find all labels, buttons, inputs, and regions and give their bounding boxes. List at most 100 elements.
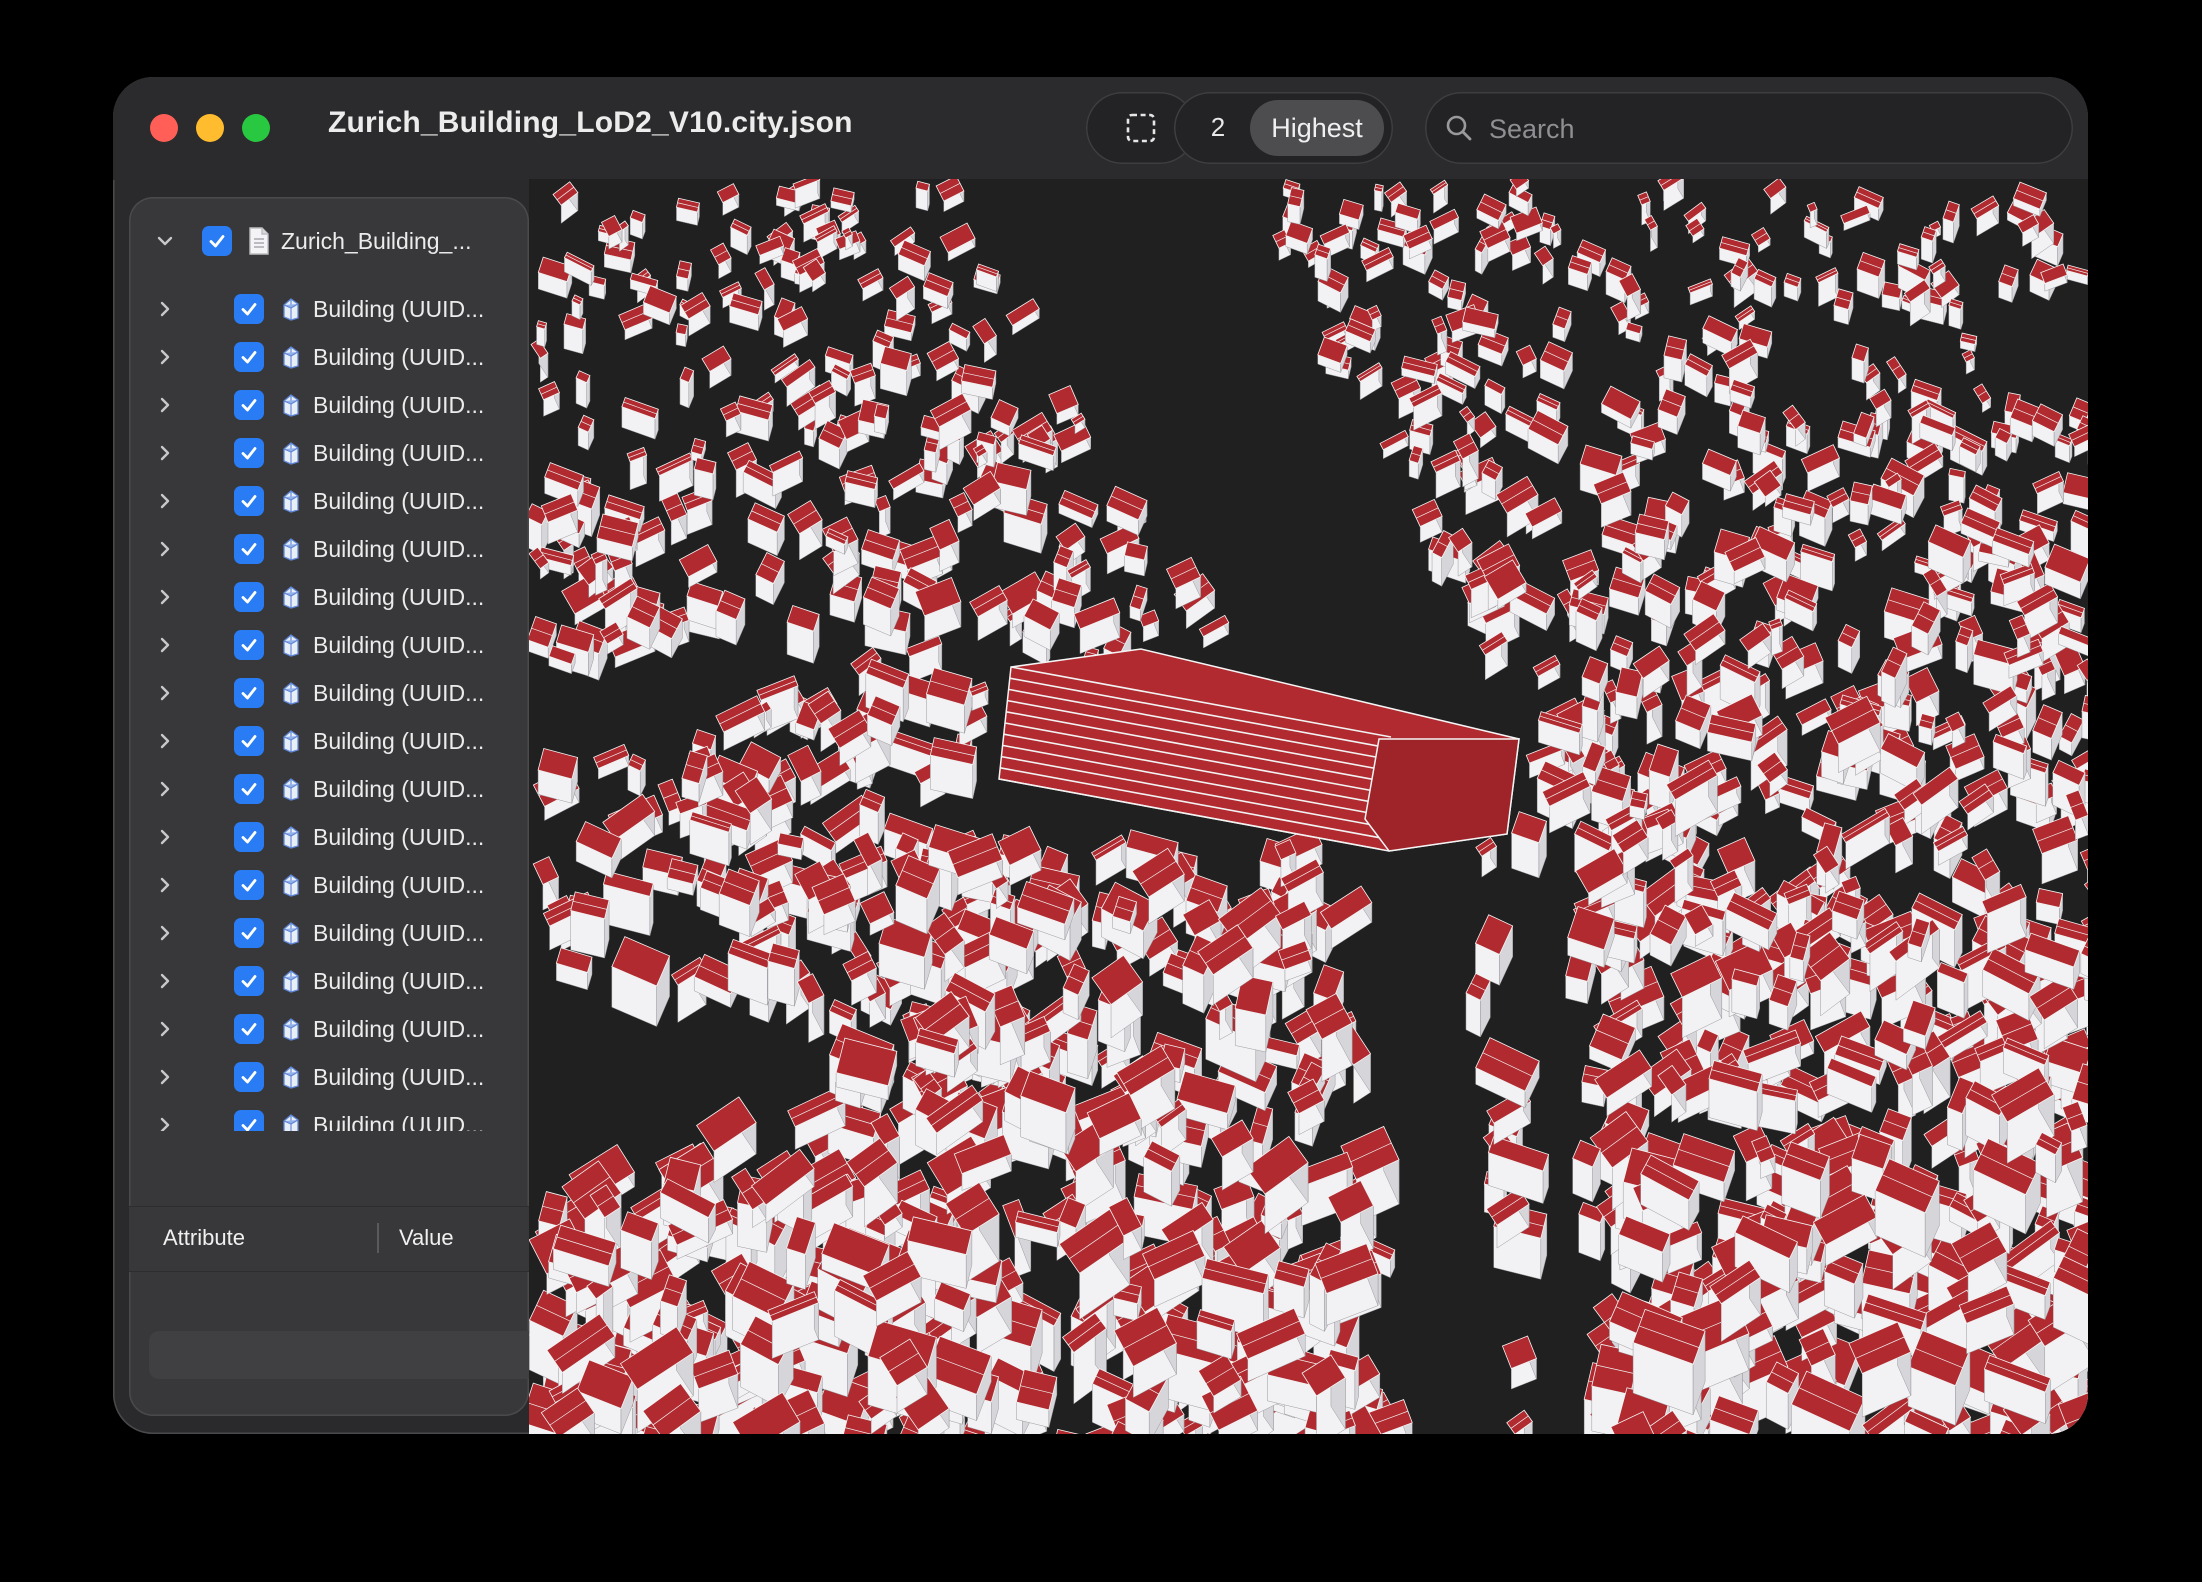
chevron-right-icon[interactable] xyxy=(155,443,175,463)
building-icon xyxy=(280,392,302,423)
tree-item-building[interactable]: Building (UUID... xyxy=(129,1101,529,1131)
checkmark-icon xyxy=(241,495,257,508)
tree-item-building[interactable]: Building (UUID... xyxy=(129,477,529,525)
tree-item-building[interactable]: Building (UUID... xyxy=(129,957,529,1005)
visibility-checkbox[interactable] xyxy=(234,1062,264,1092)
tree-item-building[interactable]: Building (UUID... xyxy=(129,861,529,909)
object-tree: Zurich_Building_... Building (UUID... Bui… xyxy=(129,197,529,1131)
visibility-checkbox[interactable] xyxy=(234,294,264,324)
tree-item-label: Building (UUID... xyxy=(313,872,485,898)
building-icon xyxy=(280,1064,302,1095)
building-icon xyxy=(280,344,302,375)
tree-item-building[interactable]: Building (UUID... xyxy=(129,573,529,621)
lod-quality-button[interactable]: Highest xyxy=(1250,100,1384,156)
checkmark-icon xyxy=(241,927,257,940)
visibility-checkbox[interactable] xyxy=(234,870,264,900)
building-icon xyxy=(280,824,302,855)
chevron-right-icon[interactable] xyxy=(155,395,175,415)
building-icon xyxy=(280,632,302,663)
chevron-right-icon[interactable] xyxy=(155,1115,175,1131)
tree-item-building[interactable]: Building (UUID... xyxy=(129,285,529,333)
visibility-checkbox[interactable] xyxy=(234,534,264,564)
search-field[interactable] xyxy=(1425,92,2073,164)
chevron-down-icon[interactable] xyxy=(155,231,175,251)
visibility-checkbox[interactable] xyxy=(234,678,264,708)
sidebar: Zurich_Building_... Building (UUID... Bui… xyxy=(129,197,529,1416)
minimize-window-button[interactable] xyxy=(196,114,224,142)
chevron-right-icon[interactable] xyxy=(155,635,175,655)
tree-item-building[interactable]: Building (UUID... xyxy=(129,525,529,573)
tree-item-building[interactable]: Building (UUID... xyxy=(129,669,529,717)
chevron-right-icon[interactable] xyxy=(155,491,175,511)
tree-item-building[interactable]: Building (UUID... xyxy=(129,621,529,669)
building-icon xyxy=(280,440,302,471)
checkmark-icon xyxy=(241,399,257,412)
root-checkbox[interactable] xyxy=(202,226,232,256)
chevron-right-icon[interactable] xyxy=(155,539,175,559)
chevron-right-icon[interactable] xyxy=(155,1067,175,1087)
visibility-checkbox[interactable] xyxy=(234,630,264,660)
chevron-right-icon[interactable] xyxy=(155,347,175,367)
tree-root-row[interactable]: Zurich_Building_... xyxy=(129,217,529,265)
column-divider[interactable] xyxy=(377,1223,379,1253)
search-input[interactable] xyxy=(1487,106,2051,152)
chevron-right-icon[interactable] xyxy=(155,827,175,847)
visibility-checkbox[interactable] xyxy=(234,390,264,420)
maximize-window-button[interactable] xyxy=(242,114,270,142)
checkmark-icon xyxy=(241,447,257,460)
visibility-checkbox[interactable] xyxy=(234,1110,264,1131)
chevron-right-icon[interactable] xyxy=(155,779,175,799)
chevron-right-icon[interactable] xyxy=(155,875,175,895)
visibility-checkbox[interactable] xyxy=(234,486,264,516)
chevron-right-icon[interactable] xyxy=(155,923,175,943)
tree-item-label: Building (UUID... xyxy=(313,344,485,370)
app-window: Zurich_Building_LoD2_V10.city.json 2 Hig… xyxy=(113,77,2088,1434)
visibility-checkbox[interactable] xyxy=(234,966,264,996)
city-model-render[interactable] xyxy=(529,179,2088,1434)
building-icon xyxy=(280,536,302,567)
chevron-right-icon[interactable] xyxy=(155,971,175,991)
close-window-button[interactable] xyxy=(150,114,178,142)
attribute-column-header[interactable]: Attribute xyxy=(163,1225,245,1251)
visibility-checkbox[interactable] xyxy=(234,726,264,756)
tree-item-building[interactable]: Building (UUID... xyxy=(129,1005,529,1053)
checkmark-icon xyxy=(241,639,257,652)
chevron-right-icon[interactable] xyxy=(155,683,175,703)
tree-item-building[interactable]: Building (UUID... xyxy=(129,813,529,861)
visibility-checkbox[interactable] xyxy=(234,1014,264,1044)
visibility-checkbox[interactable] xyxy=(234,774,264,804)
checkmark-icon xyxy=(241,303,257,316)
tree-item-building[interactable]: Building (UUID... xyxy=(129,1053,529,1101)
tree-item-building[interactable]: Building (UUID... xyxy=(129,717,529,765)
tree-item-label: Building (UUID... xyxy=(313,440,485,466)
tree-item-label: Building (UUID... xyxy=(313,728,485,754)
value-column-header[interactable]: Value xyxy=(399,1225,454,1251)
checkmark-icon xyxy=(241,687,257,700)
chevron-right-icon[interactable] xyxy=(155,299,175,319)
checkmark-icon xyxy=(241,975,257,988)
visibility-checkbox[interactable] xyxy=(234,918,264,948)
building-icon xyxy=(280,680,302,711)
chevron-right-icon[interactable] xyxy=(155,1019,175,1039)
lod-level-button[interactable]: 2 xyxy=(1194,112,1242,143)
visibility-checkbox[interactable] xyxy=(234,438,264,468)
building-icon xyxy=(280,776,302,807)
tree-item-building[interactable]: Building (UUID... xyxy=(129,333,529,381)
tree-item-building[interactable]: Building (UUID... xyxy=(129,381,529,429)
building-icon xyxy=(280,1112,302,1131)
chevron-right-icon[interactable] xyxy=(155,731,175,751)
3d-city-viewport[interactable] xyxy=(529,179,2088,1434)
tree-item-label: Building (UUID... xyxy=(313,680,485,706)
checkmark-icon xyxy=(241,831,257,844)
titlebar: Zurich_Building_LoD2_V10.city.json 2 Hig… xyxy=(113,77,2088,180)
visibility-checkbox[interactable] xyxy=(234,342,264,372)
chevron-right-icon[interactable] xyxy=(155,587,175,607)
window-title: Zurich_Building_LoD2_V10.city.json xyxy=(328,106,853,139)
visibility-checkbox[interactable] xyxy=(234,582,264,612)
visibility-checkbox[interactable] xyxy=(234,822,264,852)
tree-item-building[interactable]: Building (UUID... xyxy=(129,429,529,477)
tree-item-building[interactable]: Building (UUID... xyxy=(129,909,529,957)
building-icon xyxy=(280,968,302,999)
search-icon xyxy=(1446,115,1472,141)
tree-item-building[interactable]: Building (UUID... xyxy=(129,765,529,813)
